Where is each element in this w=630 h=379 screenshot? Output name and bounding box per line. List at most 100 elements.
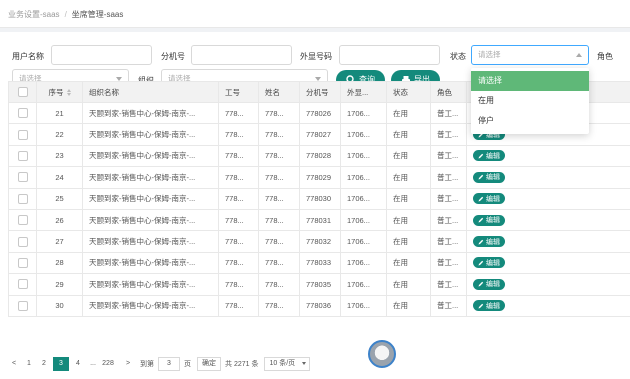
cell-role: 普工... (430, 144, 467, 168)
row-checkbox-cell (8, 101, 37, 125)
prev-page-button[interactable]: < (8, 357, 20, 371)
cell-name: 778... (258, 166, 300, 189)
row-checkbox[interactable] (17, 193, 28, 204)
cell-workno: 778... (218, 208, 259, 232)
edit-button-label: 编辑 (486, 238, 500, 246)
row-checkbox-cell (8, 187, 37, 210)
cell-outbound: 1706... (340, 123, 387, 146)
username-input[interactable] (51, 45, 152, 65)
cell-action: 编辑 (466, 187, 630, 210)
username-label: 用户名称 (12, 52, 44, 61)
cell-ext: 778029 (299, 166, 341, 189)
cell-index: 25 (36, 187, 83, 210)
cell-name: 778... (258, 230, 300, 253)
edit-button-label: 编辑 (486, 217, 500, 225)
table-row: 26 天颐到家-销售中心-保姆-南京-... 778... 778... 778031 1… (8, 208, 630, 232)
sort-icon[interactable] (66, 89, 71, 97)
cell-status: 在用 (386, 166, 431, 189)
role-label: 角色 (597, 52, 613, 61)
cell-action: 编辑 (466, 273, 630, 296)
cell-outbound: 1706... (340, 101, 387, 125)
cell-workno: 778... (218, 123, 259, 146)
cell-index: 30 (36, 294, 83, 317)
table-row: 25 天颐到家-销售中心-保姆-南京-... 778... 778... 778030 1… (8, 187, 630, 210)
edit-button[interactable]: 编辑 (473, 150, 505, 162)
cell-action: 编辑 (466, 294, 630, 317)
cell-role: 普工... (430, 166, 467, 189)
cell-outbound: 1706... (340, 294, 387, 317)
edit-button[interactable]: 编辑 (473, 171, 505, 183)
cell-ext: 778031 (299, 208, 341, 232)
edit-button[interactable]: 编辑 (473, 214, 505, 226)
goto-confirm-button[interactable]: 确定 (197, 357, 221, 371)
cell-status: 在用 (386, 101, 431, 125)
cell-ext: 778027 (299, 123, 341, 146)
header-index[interactable]: 序号 (36, 81, 83, 103)
cell-action: 编辑 (466, 208, 630, 232)
goto-page-input[interactable]: 3 (158, 357, 180, 371)
edit-button[interactable]: 编辑 (473, 257, 505, 269)
table-body: 21 天颐到家-销售中心-保姆-南京-... 778... 778... 778026 1… (8, 101, 630, 317)
edit-button[interactable]: 编辑 (473, 300, 505, 312)
outbound-label: 外显号码 (300, 52, 332, 61)
select-all-checkbox[interactable] (17, 87, 28, 97)
cell-status: 在用 (386, 187, 431, 210)
row-checkbox[interactable] (17, 129, 28, 140)
row-checkbox[interactable] (17, 215, 28, 226)
outbound-input[interactable] (339, 45, 440, 65)
goto-label: 到第 (140, 361, 154, 368)
edit-button[interactable]: 编辑 (473, 278, 505, 290)
page-4[interactable]: 4 (72, 357, 84, 371)
cell-workno: 778... (218, 144, 259, 168)
status-select[interactable]: 请选择 (471, 45, 589, 65)
cell-org: 天颐到家-销售中心-保姆-南京-... (82, 166, 219, 189)
cell-org: 天颐到家-销售中心-保姆-南京-... (82, 273, 219, 296)
breadcrumb-parent[interactable]: 业务设置-saas (8, 10, 60, 19)
cell-status: 在用 (386, 123, 431, 146)
row-checkbox[interactable] (17, 172, 28, 183)
page-last[interactable]: 228 (102, 357, 114, 371)
row-checkbox[interactable] (17, 300, 28, 311)
breadcrumb-separator: / (64, 10, 67, 19)
cell-workno: 778... (218, 251, 259, 275)
next-page-button[interactable]: > (122, 357, 134, 371)
status-option-placeholder[interactable]: 请选择 (471, 71, 589, 91)
cell-index: 29 (36, 273, 83, 296)
edit-button-label: 编辑 (486, 152, 500, 160)
row-checkbox[interactable] (17, 279, 28, 290)
page-size-select[interactable]: 10 条/页 (264, 357, 311, 371)
cell-org: 天颐到家-销售中心-保姆-南京-... (82, 101, 219, 125)
table-row: 23 天颐到家-销售中心-保姆-南京-... 778... 778... 778028 1… (8, 144, 630, 168)
edit-button[interactable]: 编辑 (473, 193, 505, 205)
chevron-up-icon (576, 53, 582, 57)
status-option-active[interactable]: 在用 (471, 91, 589, 111)
cell-role: 普工... (430, 251, 467, 275)
page-3-current[interactable]: 3 (53, 357, 69, 371)
cell-org: 天颐到家-销售中心-保姆-南京-... (82, 144, 219, 168)
cell-ext: 778030 (299, 187, 341, 210)
avatar[interactable] (368, 340, 396, 368)
row-checkbox[interactable] (17, 257, 28, 268)
cell-ext: 778036 (299, 294, 341, 317)
edit-button-label: 编辑 (486, 302, 500, 310)
cell-action: 编辑 (466, 251, 630, 275)
cell-outbound: 1706... (340, 187, 387, 210)
row-checkbox-cell (8, 294, 37, 317)
cell-index: 26 (36, 208, 83, 232)
page-1[interactable]: 1 (23, 357, 35, 371)
header-ext: 分机号 (299, 81, 341, 103)
cell-outbound: 1706... (340, 230, 387, 253)
status-option-suspended[interactable]: 停户 (471, 111, 589, 131)
cell-workno: 778... (218, 101, 259, 125)
row-checkbox[interactable] (17, 108, 28, 119)
pencil-icon (478, 303, 484, 309)
ext-input[interactable] (191, 45, 292, 65)
cell-workno: 778... (218, 273, 259, 296)
row-checkbox[interactable] (17, 236, 28, 247)
edit-button[interactable]: 编辑 (473, 236, 505, 248)
row-checkbox[interactable] (17, 150, 28, 161)
pencil-icon (478, 282, 484, 287)
cell-ext: 778028 (299, 144, 341, 168)
cell-workno: 778... (218, 230, 259, 253)
page-2[interactable]: 2 (38, 357, 50, 371)
